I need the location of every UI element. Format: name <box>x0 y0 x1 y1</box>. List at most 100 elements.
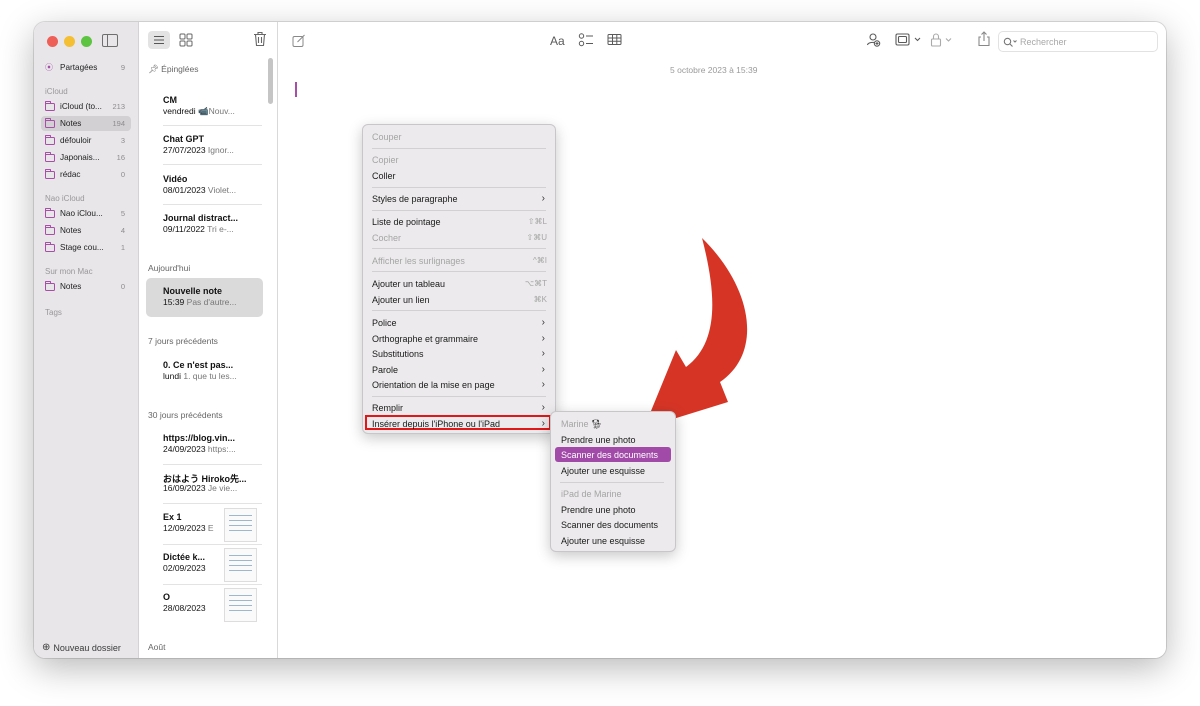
folder-icon <box>45 241 55 252</box>
list-item[interactable]: https://blog.vin... 24/09/2023 https:... <box>146 427 263 463</box>
zoom-button[interactable] <box>81 36 92 47</box>
list-item[interactable]: Journal distract... 09/11/2022 Tri e-... <box>146 207 263 243</box>
media-icon[interactable] <box>895 32 923 48</box>
list-toolbar <box>139 22 277 59</box>
menu-item-layout-orientation[interactable]: Orientation de la mise en page › <box>372 379 547 390</box>
folder-icon <box>45 168 55 179</box>
search-input[interactable]: Rechercher <box>998 31 1158 52</box>
list-item[interactable]: Dictée k... 02/09/2023 <box>146 546 263 584</box>
menu-item-add-table[interactable]: Ajouter un tableau ⌥⌘T <box>372 279 547 289</box>
menu-item-paragraph-styles[interactable]: Styles de paragraphe › <box>372 193 547 204</box>
tags-header[interactable]: Tags <box>45 308 62 317</box>
menu-item-substitutions[interactable]: Substitutions › <box>372 348 547 359</box>
folder-icon <box>45 151 55 162</box>
menu-item-cut[interactable]: Couper <box>372 132 547 142</box>
submenu-item-scan-documents[interactable]: Scanner des documents <box>561 450 658 460</box>
list-item[interactable]: Ex 1 12/09/2023 E <box>146 506 263 544</box>
folder-icon <box>45 100 55 111</box>
menu-item-add-link[interactable]: Ajouter un lien ⌘K <box>372 295 547 305</box>
note-thumbnail <box>224 588 257 622</box>
sidebar-folder[interactable]: Japonais... 16 <box>41 150 131 165</box>
list-item[interactable]: O 28/08/2023 <box>146 586 263 624</box>
sidebar-folder[interactable]: Notes 0 <box>41 279 131 294</box>
menu-item-show-highlights[interactable]: Afficher les surlignages ^⌘I <box>372 256 547 266</box>
submenu-item-scan-documents[interactable]: Scanner des documents <box>561 520 658 530</box>
sidebar-folder[interactable]: Notes 4 <box>41 223 131 238</box>
list-item[interactable]: Chat GPT 27/07/2023 Ignor... <box>146 128 263 164</box>
device-header: iPad de Marine <box>561 489 622 499</box>
sidebar-group-title: Sur mon Mac <box>45 267 93 276</box>
device-header: Marine 🐕︎ <box>561 419 603 429</box>
insert-submenu: Marine 🐕︎ Prendre une photo Scanner des … <box>550 411 676 552</box>
menu-item-speech[interactable]: Parole › <box>372 364 547 375</box>
note-thumbnail <box>224 508 257 542</box>
gallery-view-icon[interactable] <box>178 32 194 48</box>
trash-icon[interactable] <box>253 31 267 47</box>
window-controls <box>47 36 92 47</box>
submenu-item-take-photo[interactable]: Prendre une photo <box>561 505 636 515</box>
menu-item-spelling[interactable]: Orthographe et grammaire › <box>372 333 547 344</box>
menu-separator <box>372 396 546 397</box>
sidebar-group-title: Nao iCloud <box>45 194 85 203</box>
list-scrollbar[interactable] <box>268 58 273 104</box>
august-header: Août <box>148 642 166 652</box>
collaborate-icon[interactable] <box>865 32 881 48</box>
menu-item-check[interactable]: Cocher ⇧⌘U <box>372 233 547 243</box>
checklist-icon[interactable] <box>578 32 594 48</box>
menu-item-font[interactable]: Police › <box>372 317 547 328</box>
submenu-item-add-sketch[interactable]: Ajouter une esquisse <box>561 536 645 546</box>
search-icon <box>1003 37 1017 47</box>
list-item[interactable]: Vidéo 08/01/2023 Violet... <box>146 168 263 204</box>
sidebar-folder-selected[interactable]: Notes 194 <box>41 116 131 131</box>
format-button[interactable]: Aa <box>550 34 565 48</box>
menu-separator <box>372 248 546 249</box>
sidebar-folder[interactable]: défouloir 3 <box>41 133 131 148</box>
pin-icon: 📌︎ <box>148 64 162 74</box>
sidebar-folder[interactable]: rédac 0 <box>41 167 131 182</box>
list-item-selected[interactable]: Nouvelle note 15:39 Pas d'autre... <box>146 278 263 317</box>
list-item[interactable]: 0. Ce n'est pas... lundi 1. que tu les... <box>146 354 263 390</box>
menu-separator <box>372 148 546 149</box>
sidebar-folder[interactable]: iCloud (to... 213 <box>41 99 131 114</box>
folder-icon <box>45 280 55 291</box>
menu-item-autofill[interactable]: Remplir › <box>372 402 547 413</box>
divider <box>163 164 262 165</box>
list-view-button[interactable] <box>148 31 170 49</box>
list-icon <box>154 35 164 45</box>
minimize-button[interactable] <box>64 36 75 47</box>
notes-window: ⦿ Partagées 9 iCloud iCloud (to... 213 No… <box>34 22 1166 658</box>
month-header: 30 jours précédents <box>148 410 223 420</box>
menu-item-checklist[interactable]: Liste de pointage ⇧⌘L <box>372 217 547 227</box>
compose-icon[interactable] <box>292 34 306 48</box>
chevron-right-icon: › <box>541 364 545 375</box>
today-header: Aujourd'hui <box>148 263 191 273</box>
chevron-right-icon: › <box>541 193 545 204</box>
list-item[interactable]: おはよう Hiroko先... 16/09/2023 Je vie... <box>146 466 263 502</box>
submenu-item-take-photo[interactable]: Prendre une photo <box>561 435 636 445</box>
sidebar-toggle-icon[interactable] <box>102 34 118 47</box>
sidebar-group-title: iCloud <box>45 87 68 96</box>
chevron-right-icon: › <box>541 333 545 344</box>
sidebar-item-shared[interactable]: ⦿ Partagées 9 <box>41 60 131 75</box>
menu-item-copy[interactable]: Copier <box>372 155 547 165</box>
share-icon[interactable] <box>977 31 991 47</box>
week-header: 7 jours précédents <box>148 336 218 346</box>
folder-icon <box>45 224 55 235</box>
lock-icon[interactable] <box>930 32 956 48</box>
new-folder-button[interactable]: ⊕ Nouveau dossier <box>42 642 121 653</box>
list-item[interactable]: CM vendredi 📹Nouv... <box>146 89 263 125</box>
close-button[interactable] <box>47 36 58 47</box>
menu-separator <box>372 271 546 272</box>
menu-item-paste[interactable]: Coller <box>372 171 547 181</box>
menu-separator <box>560 482 664 483</box>
menu-item-insert-from-iphone[interactable]: Insérer depuis l'iPhone ou l'iPad › <box>372 418 547 429</box>
sidebar: ⦿ Partagées 9 iCloud iCloud (to... 213 No… <box>34 22 139 658</box>
chevron-right-icon: › <box>541 418 545 429</box>
divider <box>163 464 262 465</box>
table-icon[interactable] <box>607 33 623 47</box>
sidebar-folder[interactable]: Nao iClou... 5 <box>41 206 131 221</box>
sidebar-folder[interactable]: Stage cou... 1 <box>41 240 131 255</box>
folder-icon <box>45 117 55 128</box>
plus-circle-icon: ⊕ <box>42 642 51 653</box>
submenu-item-add-sketch[interactable]: Ajouter une esquisse <box>561 466 645 476</box>
